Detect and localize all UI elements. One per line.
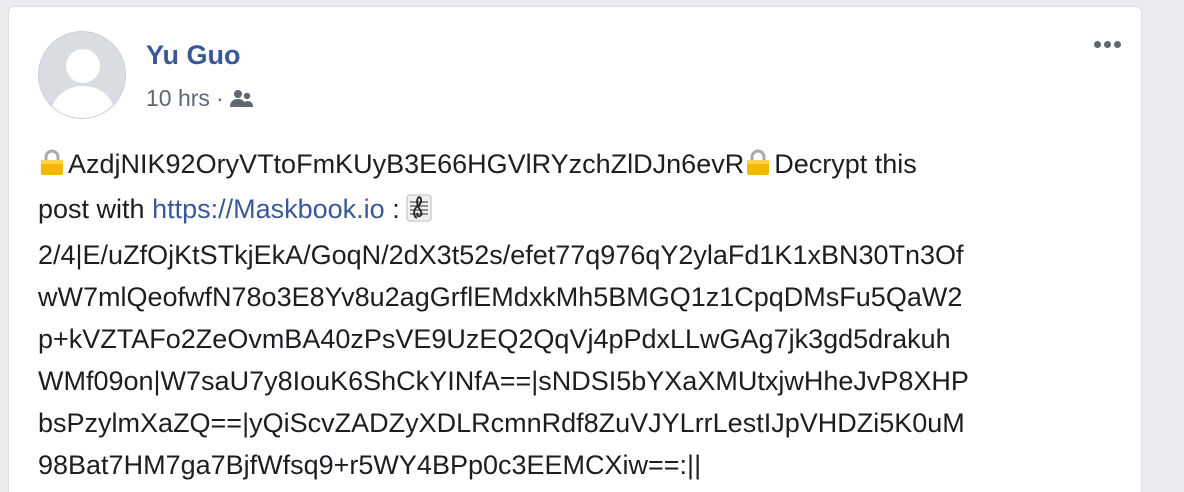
cipher-line: wW7mlQeofwfN78o3E8Yv8u2agGrflEMdxkMh5BMG… (38, 282, 963, 312)
author-name[interactable]: Yu Guo (146, 40, 241, 71)
music-score-icon (406, 192, 432, 234)
meta-separator: · (215, 85, 224, 111)
lock-icon (744, 146, 772, 188)
cipher-header: AzdjNIK92OryVTtoFmKUyB3E66HGVlRYzchZlDJn… (68, 149, 745, 179)
cipher-line: WMf09on|W7saU7y8IouK6ShCkYINfA==|sNDSI5b… (38, 366, 969, 396)
decrypt-prefix: post with (38, 194, 153, 224)
cipher-line: p+kVZTAFo2ZeOvmBA40zPsVE9UzEQ2QqVj4pPdxL… (38, 324, 951, 354)
more-options-icon[interactable] (1090, 37, 1125, 52)
post-body: AzdjNIK92OryVTtoFmKUyB3E66HGVlRYzchZlDJn… (38, 143, 1128, 486)
post-meta: 10 hrs · (146, 85, 254, 112)
post-line: post with https://Maskbook.io : (38, 188, 1128, 234)
avatar[interactable] (38, 31, 126, 119)
decrypt-suffix: : (384, 194, 400, 224)
default-avatar-icon (39, 32, 125, 118)
cipher-line: bsPzylmXaZQ==|yQiScvZADZyXDLRcmnRdf8ZuVJ… (38, 408, 965, 438)
cipher-line: 2/4|E/uZfOjKtSTkjEkA/GoqN/2dX3t52s/efet7… (38, 240, 964, 270)
post-line: AzdjNIK92OryVTtoFmKUyB3E66HGVlRYzchZlDJn… (38, 143, 1128, 188)
cipher-line: 98Bat7HM7ga7BjfWfsq9+r5WY4BPp0c3EEMCXiw=… (38, 450, 702, 480)
friends-icon[interactable] (229, 89, 254, 109)
post-card: Yu Guo 10 hrs · AzdjNIK92OryVTtoFmKUyB3E (8, 6, 1142, 492)
maskbook-link[interactable]: https://Maskbook.io (152, 194, 385, 224)
lock-icon (38, 146, 66, 188)
decrypt-text: Decrypt this (774, 149, 917, 179)
post-timestamp[interactable]: 10 hrs (146, 85, 210, 112)
